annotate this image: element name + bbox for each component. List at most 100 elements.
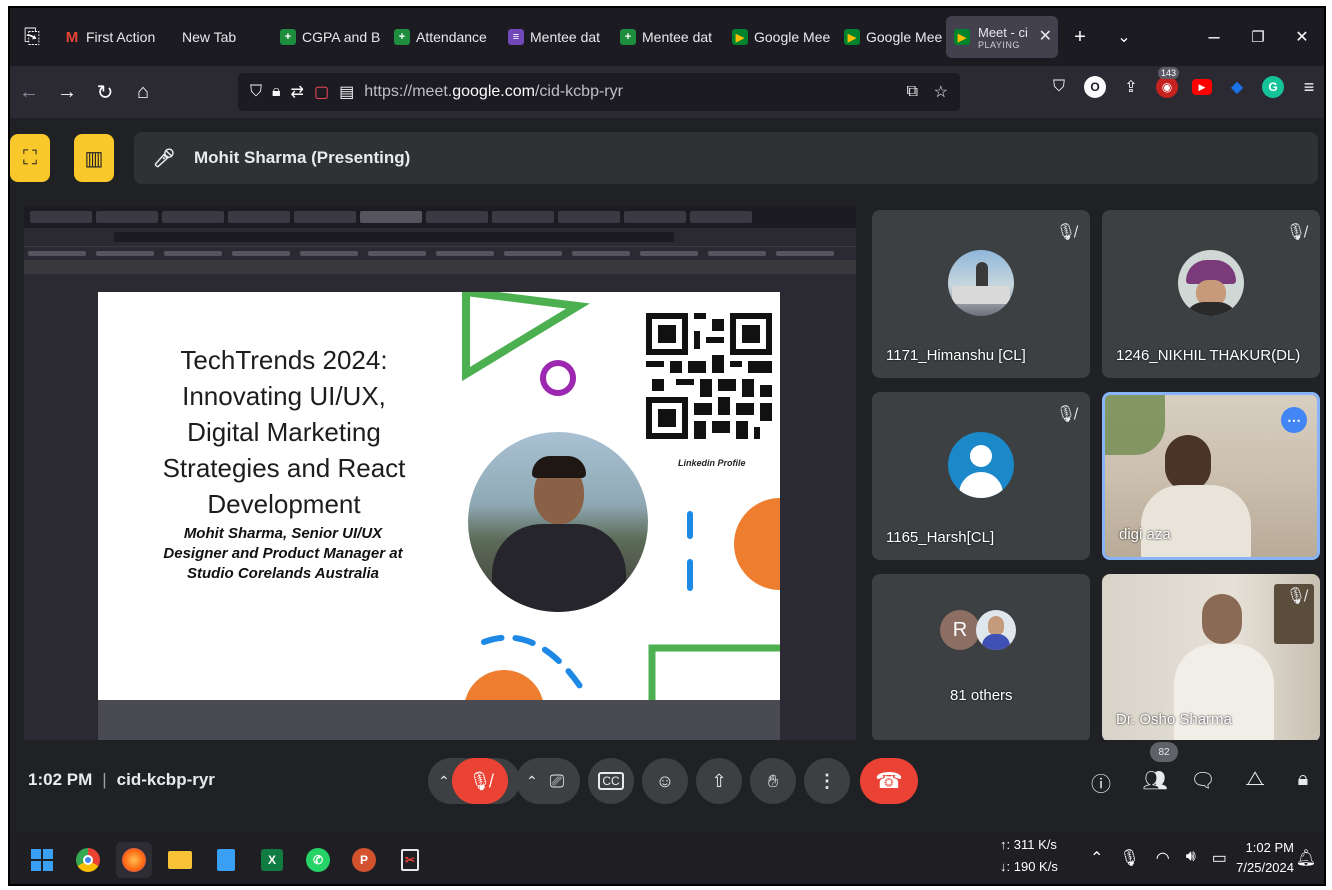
show-hidden-icons-icon[interactable]: ⌃ xyxy=(1090,848,1103,868)
whatsapp-icon[interactable]: ✆ xyxy=(300,842,336,878)
more-options-button[interactable]: ⋮ xyxy=(804,758,850,804)
participant-tile-himanshu[interactable]: 🎙︎̸ 1171_Himanshu [CL] xyxy=(872,210,1090,378)
reactions-button[interactable]: ☺ xyxy=(642,758,688,804)
windows-taskbar: X ✆ P ✂ ↑: 311 K/s ↓: 190 K/s ⌃ 🎙︎ ◠ 🔊︎ … xyxy=(10,832,1324,884)
meeting-info: 1:02 PM | cid-kcbp-ryr xyxy=(28,770,215,789)
system-clock[interactable]: 1:02 PM 7/25/2024 xyxy=(1236,838,1294,878)
tab-list-icon[interactable]: ⎘ xyxy=(10,26,54,49)
translate-icon[interactable]: ⧉ xyxy=(907,83,918,101)
reload-icon[interactable]: ↻ xyxy=(86,80,124,105)
microphone-icon[interactable]: 🎙︎ xyxy=(1119,848,1139,868)
bookmark-star-icon[interactable]: ☆ xyxy=(934,82,948,102)
minimize-icon[interactable]: – xyxy=(1192,26,1236,49)
more-options-icon[interactable]: ⋯ xyxy=(1281,407,1307,433)
participant-count-badge: 82 xyxy=(1150,742,1178,762)
meeting-details-icon[interactable]: ⓘ xyxy=(1088,768,1114,797)
volume-icon[interactable]: 🔊︎ xyxy=(1186,848,1196,868)
notification-bell-icon[interactable]: 🔔︎ xyxy=(1296,848,1316,868)
host-controls-icon[interactable]: 🔒︎ xyxy=(1290,768,1316,791)
reader-icon[interactable]: ▤ xyxy=(339,82,354,102)
snipping-tool-icon[interactable]: ✂ xyxy=(392,842,428,878)
mic-toggle-button[interactable]: 🎙︎̸ xyxy=(452,758,508,804)
stop-presenting-icon[interactable]: ⛶ xyxy=(10,134,50,182)
slide-subtitle: Mohit Sharma, Senior UI/UX Designer and … xyxy=(163,525,403,582)
chevron-down-icon[interactable]: ⌄ xyxy=(1102,27,1146,47)
leave-call-button[interactable]: ☎︎ xyxy=(860,758,918,804)
audio-options-chevron-icon[interactable]: ⌃ xyxy=(438,773,450,790)
participant-tile-osho[interactable]: 🎙︎̸ Dr. Osho Sharma xyxy=(1102,574,1320,742)
participant-tile-digi-aza[interactable]: ⋯ digi aza xyxy=(1102,392,1320,560)
powerpoint-icon[interactable]: P xyxy=(346,842,382,878)
new-tab-icon[interactable]: + xyxy=(1058,26,1102,49)
participant-tile-harsh[interactable]: 🎙︎̸ 1165_Harsh[CL] xyxy=(872,392,1090,560)
qr-code xyxy=(646,313,772,439)
tab-mentee-forms[interactable]: ≡ Mentee dat xyxy=(498,17,610,57)
screen: ⎘ M First Action New Tab + CGPA and B + … xyxy=(8,6,1326,886)
presentation-view-icon[interactable]: ▥ xyxy=(74,134,114,182)
tab-first-action[interactable]: M First Action xyxy=(54,17,158,57)
tab-mentee-sheets[interactable]: + Mentee dat xyxy=(610,17,722,57)
forward-icon[interactable]: → xyxy=(48,81,86,104)
tab-google-meet-1[interactable]: ▶ Google Mee xyxy=(722,17,834,57)
battery-icon[interactable]: ▭ xyxy=(1212,848,1227,868)
browser-tab-strip: ⎘ M First Action New Tab + CGPA and B + … xyxy=(10,8,1324,66)
tab-label: Mentee dat xyxy=(530,29,601,45)
pocket-icon[interactable]: ⛉ xyxy=(1048,76,1070,98)
present-button[interactable]: ⇧ xyxy=(696,758,742,804)
extension-o-icon[interactable]: O xyxy=(1084,76,1106,98)
file-explorer-icon[interactable] xyxy=(162,842,198,878)
shared-bookmarks-bar xyxy=(24,246,856,260)
back-icon[interactable]: ← xyxy=(10,81,48,104)
wifi-icon[interactable]: ◠ xyxy=(1156,848,1170,868)
restore-icon[interactable]: ❐ xyxy=(1236,28,1280,46)
slide-title: TechTrends 2024: Innovating UI/UX, Digit… xyxy=(162,345,406,519)
shield-icon[interactable]: ⛉ xyxy=(250,83,262,101)
participant-tile-others[interactable]: R 81 others xyxy=(872,574,1090,742)
tab-attendance[interactable]: + Attendance xyxy=(384,17,498,57)
close-tab-icon[interactable]: ✕ xyxy=(1039,26,1052,46)
notepad-icon[interactable] xyxy=(208,842,244,878)
participant-name: Dr. Osho Sharma xyxy=(1116,711,1232,728)
avatar: R xyxy=(940,610,980,650)
close-window-icon[interactable]: ✕ xyxy=(1280,27,1324,47)
participant-tile-nikhil[interactable]: 🎙︎̸ 1246_NIKHIL THAKUR(DL) xyxy=(1102,210,1320,378)
tab-google-meet-2[interactable]: ▶ Google Mee xyxy=(834,17,946,57)
qr-caption: Linkedin Profile xyxy=(678,458,746,468)
diamond-extension-icon[interactable]: ◆ xyxy=(1226,76,1248,98)
extensions-area: ⛉ O ⇪ 143 ◉ ▶ ◆ G ≡ xyxy=(1048,67,1320,98)
shared-pdf-toolbar xyxy=(24,260,856,274)
raise-hand-button[interactable]: ✋︎ xyxy=(750,758,796,804)
camera-icon[interactable]: ⎚ xyxy=(550,771,564,792)
chrome-icon[interactable] xyxy=(70,842,106,878)
people-icon[interactable]: 👥︎ xyxy=(1142,768,1168,793)
more-vert-icon: ⋮ xyxy=(818,770,836,791)
captions-button[interactable]: CC xyxy=(588,758,634,804)
tab-new-tab[interactable]: New Tab xyxy=(158,17,270,57)
meet-icon: ▶ xyxy=(732,29,748,45)
share-icon[interactable]: ⇪ xyxy=(1120,76,1142,98)
excel-icon[interactable]: X xyxy=(254,842,290,878)
camera-in-use-icon[interactable]: ▢ xyxy=(314,82,329,102)
extension-badge-icon[interactable]: 143 ◉ xyxy=(1156,67,1180,98)
tab-label: Google Mee xyxy=(866,29,943,45)
hang-up-icon: ☎︎ xyxy=(875,768,903,793)
tab-cgpa[interactable]: + CGPA and B xyxy=(270,17,384,57)
firefox-icon[interactable] xyxy=(116,842,152,878)
chat-icon[interactable]: 🗨︎ xyxy=(1190,768,1216,793)
menu-icon[interactable]: ≡ xyxy=(1298,76,1320,98)
tab-meet-active[interactable]: ▶ Meet - ci PLAYING ✕ xyxy=(946,16,1058,58)
avatar xyxy=(948,250,1014,316)
youtube-extension-icon[interactable]: ▶ xyxy=(1192,79,1212,95)
windows-start-icon[interactable] xyxy=(24,842,60,878)
address-bar[interactable]: ⛉ 🔒︎ ⇄ ▢ ▤ https://meet.google.com/cid-k… xyxy=(238,73,960,111)
mic-off-icon: 🎙︎̸ xyxy=(1055,406,1076,423)
permissions-icon[interactable]: ⇄ xyxy=(291,82,304,102)
grammarly-icon[interactable]: G xyxy=(1262,76,1284,98)
mic-off-icon: 🎙︎̸ xyxy=(1285,588,1306,605)
lock-icon[interactable]: 🔒︎ xyxy=(272,83,281,101)
home-icon[interactable]: ⌂ xyxy=(124,81,162,104)
orange-circle-bottom xyxy=(465,670,543,700)
video-options-chevron-icon[interactable]: ⌃ xyxy=(526,773,538,790)
captions-icon: CC xyxy=(598,772,624,790)
activities-icon[interactable]: ⧍ xyxy=(1242,768,1268,791)
